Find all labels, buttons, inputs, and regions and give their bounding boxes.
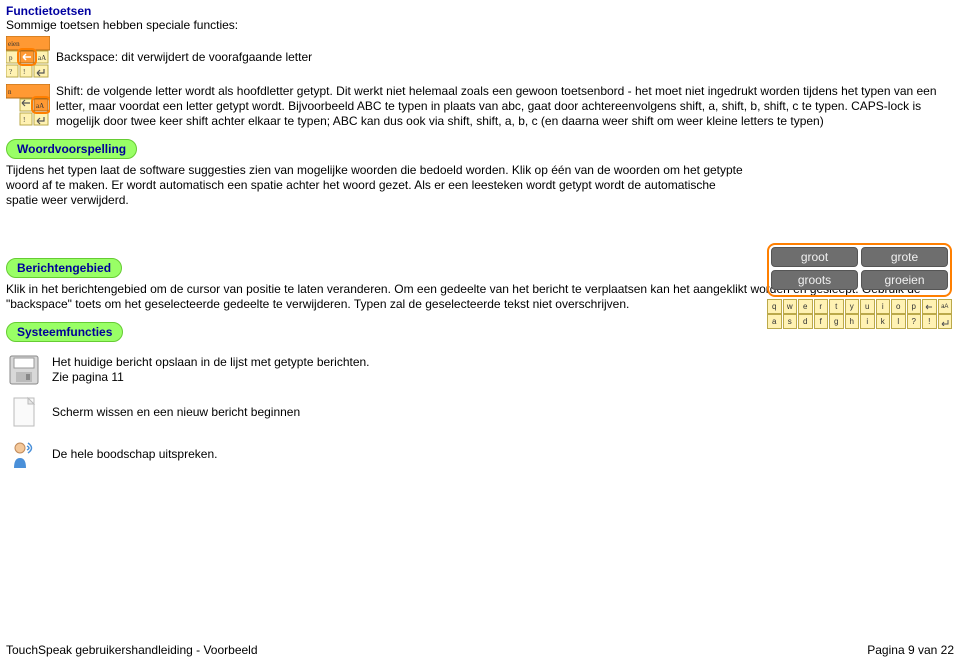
mini-kbd-row2: a s d f g h i k l ? !: [767, 314, 952, 329]
key-t[interactable]: t: [829, 299, 844, 314]
mini-keyboard-shift: n aA !: [6, 84, 50, 128]
blank-page-icon: [6, 394, 42, 430]
row-backspace: eien p aA ? ! Backspace: dit verwijdert …: [6, 36, 954, 80]
key-g[interactable]: g: [829, 314, 844, 329]
heading-systeemfuncties: Systeemfuncties: [6, 322, 123, 342]
key-r[interactable]: r: [814, 299, 829, 314]
svg-text:aA: aA: [38, 54, 46, 62]
mini-label-eien: eien: [8, 40, 20, 48]
key-d[interactable]: d: [798, 314, 813, 329]
sys-row-speak: De hele boodschap uitspreken.: [6, 436, 954, 472]
svg-text:aA: aA: [36, 102, 44, 110]
key-e[interactable]: e: [798, 299, 813, 314]
suggestion-grote[interactable]: grote: [861, 247, 948, 267]
key-shift-mini[interactable]: aA: [938, 299, 953, 314]
speaking-person-icon: [6, 436, 42, 472]
key-w[interactable]: w: [783, 299, 798, 314]
key-i2[interactable]: i: [860, 314, 875, 329]
svg-text:?: ?: [9, 68, 12, 76]
key-u[interactable]: u: [860, 299, 875, 314]
sys-save-text: Het huidige bericht opslaan in de lijst …: [52, 355, 370, 385]
row-shift: n aA ! Shift: de volgende letter wordt a…: [6, 84, 954, 129]
key-p[interactable]: p: [907, 299, 922, 314]
key-enter-mini[interactable]: [938, 314, 953, 329]
heading-woordvoorspelling: Woordvoorspelling: [6, 139, 137, 159]
key-a[interactable]: a: [767, 314, 782, 329]
key-f[interactable]: f: [814, 314, 829, 329]
suggestion-panel: groot grote groots groeien q w e r t y u…: [767, 243, 952, 329]
key-excl[interactable]: !: [922, 314, 937, 329]
suggestion-groots[interactable]: groots: [771, 270, 858, 290]
woordvoorspelling-text: Tijdens het typen laat de software sugge…: [6, 163, 746, 208]
key-i[interactable]: i: [876, 299, 891, 314]
mini-label-n: n: [8, 88, 12, 96]
floppy-disk-icon: [6, 352, 42, 388]
suggestion-groeien[interactable]: groeien: [861, 270, 948, 290]
sys-row-clear: Scherm wissen en een nieuw bericht begin…: [6, 394, 954, 430]
key-backspace-mini[interactable]: [922, 299, 937, 314]
mini-kbd-row1: q w e r t y u i o p aA: [767, 299, 952, 314]
suggestion-groot[interactable]: groot: [771, 247, 858, 267]
backspace-description: Backspace: dit verwijdert de voorafgaand…: [56, 36, 312, 65]
sys-clear-text: Scherm wissen en een nieuw bericht begin…: [52, 405, 300, 420]
suggestion-ring: groot grote groots groeien: [767, 243, 952, 297]
sys-speak-text: De hele boodschap uitspreken.: [52, 447, 217, 462]
key-l[interactable]: l: [891, 314, 906, 329]
intro-text: Sommige toetsen hebben speciale functies…: [6, 18, 954, 32]
sys-save-line1: Het huidige bericht opslaan in de lijst …: [52, 355, 370, 369]
sys-row-save: Het huidige bericht opslaan in de lijst …: [6, 352, 954, 388]
svg-text:!: !: [23, 116, 25, 124]
page-footer: TouchSpeak gebruikershandleiding - Voorb…: [6, 643, 954, 657]
mini-keyboard-backspace: eien p aA ? !: [6, 36, 50, 80]
svg-text:p: p: [9, 54, 13, 62]
heading-berichtengebied: Berichtengebied: [6, 258, 122, 278]
key-q[interactable]: q: [767, 299, 782, 314]
footer-page: Pagina 9 van 22: [867, 643, 954, 657]
key-question[interactable]: ?: [907, 314, 922, 329]
key-y[interactable]: y: [845, 299, 860, 314]
key-k[interactable]: k: [876, 314, 891, 329]
shift-description: Shift: de volgende letter wordt als hoof…: [56, 84, 954, 129]
footer-title: TouchSpeak gebruikershandleiding - Voorb…: [6, 643, 258, 657]
sys-save-line2: Zie pagina 11: [52, 370, 124, 384]
section-title-functietoetsen: Functietoetsen: [6, 4, 954, 18]
key-o[interactable]: o: [891, 299, 906, 314]
key-s[interactable]: s: [783, 314, 798, 329]
svg-text:!: !: [23, 68, 25, 76]
key-h[interactable]: h: [845, 314, 860, 329]
